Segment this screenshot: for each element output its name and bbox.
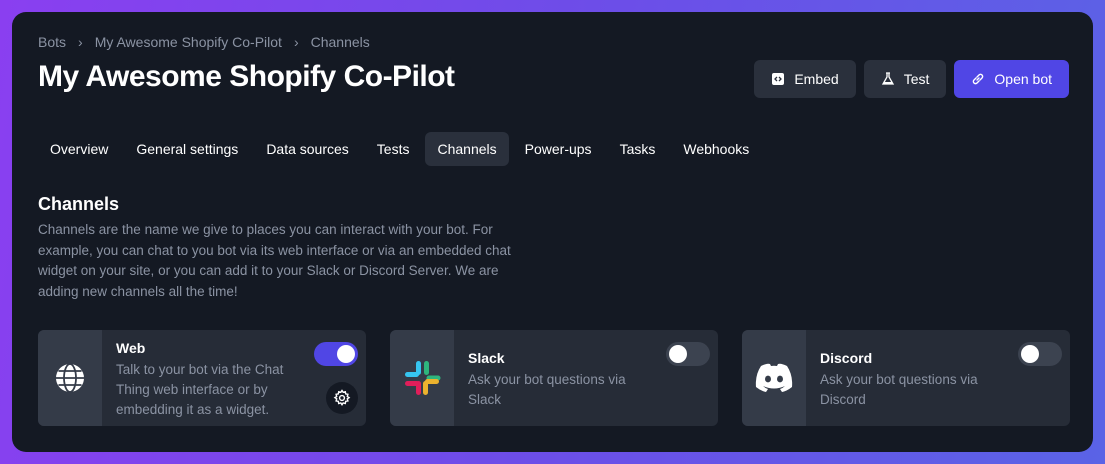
flask-icon: [881, 72, 894, 85]
channel-name: Discord: [820, 350, 873, 366]
channel-card-discord: Discord Ask your bot questions via Disco…: [742, 330, 1070, 426]
slack-channel-toggle[interactable]: [666, 342, 710, 366]
channel-description: Talk to your bot via the Chat Thing web …: [116, 362, 284, 417]
chevron-right-icon: ›: [293, 34, 299, 50]
channel-name: Web: [116, 340, 146, 356]
open-bot-button[interactable]: Open bot: [954, 60, 1069, 98]
embed-button-label: Embed: [794, 71, 839, 87]
discord-channel-toggle[interactable]: [1018, 342, 1062, 366]
breadcrumb-item-current: Channels: [310, 34, 370, 50]
section-title: Channels: [38, 194, 120, 214]
page-title: My Awesome Shopify Co-Pilot: [38, 60, 455, 93]
channel-list: Web Talk to your bot via the Chat Thing …: [38, 330, 1070, 426]
breadcrumb-item-bot[interactable]: My Awesome Shopify Co-Pilot: [95, 34, 282, 50]
tab-channels[interactable]: Channels: [425, 132, 509, 166]
channel-card-slack: Slack Ask your bot questions via Slack: [390, 330, 718, 426]
open-bot-button-label: Open bot: [994, 71, 1052, 87]
section-description: Channels are the name we give to places …: [38, 222, 511, 299]
slack-icon: [390, 330, 454, 426]
channel-description: Ask your bot questions via Discord: [820, 372, 978, 407]
globe-icon: [38, 330, 102, 426]
toggle-knob: [337, 345, 355, 363]
tab-tests[interactable]: Tests: [365, 132, 422, 166]
channel-card-web: Web Talk to your bot via the Chat Thing …: [38, 330, 366, 426]
tab-overview[interactable]: Overview: [38, 132, 120, 166]
header-actions: Embed Test Open bot: [754, 60, 1069, 98]
tab-power-ups[interactable]: Power-ups: [513, 132, 604, 166]
link-icon: [973, 73, 984, 85]
tab-tasks[interactable]: Tasks: [608, 132, 668, 166]
breadcrumb: Bots › My Awesome Shopify Co-Pilot › Cha…: [38, 34, 370, 50]
test-button-label: Test: [903, 71, 930, 87]
embed-button[interactable]: Embed: [754, 60, 856, 98]
tab-bar: Overview General settings Data sources T…: [38, 132, 761, 166]
discord-icon: [742, 330, 806, 426]
channel-name: Slack: [468, 350, 505, 366]
toggle-knob: [669, 345, 687, 363]
breadcrumb-item-bots[interactable]: Bots: [38, 34, 66, 50]
tab-data-sources[interactable]: Data sources: [254, 132, 360, 166]
code-icon: [772, 73, 785, 85]
tab-webhooks[interactable]: Webhooks: [671, 132, 761, 166]
test-button[interactable]: Test: [863, 60, 947, 98]
app-window: Bots › My Awesome Shopify Co-Pilot › Cha…: [12, 12, 1093, 452]
gear-icon[interactable]: [326, 382, 358, 414]
web-channel-toggle[interactable]: [314, 342, 358, 366]
channel-description: Ask your bot questions via Slack: [468, 372, 626, 407]
chevron-right-icon: ›: [78, 34, 83, 50]
toggle-knob: [1021, 345, 1039, 363]
tab-general-settings[interactable]: General settings: [124, 132, 250, 166]
